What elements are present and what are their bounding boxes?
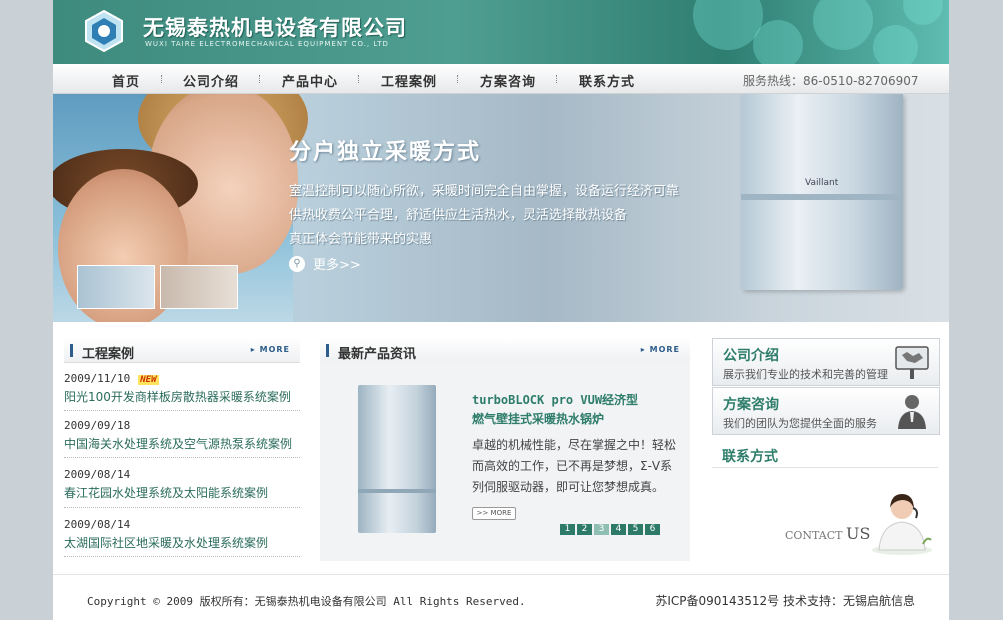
contact-title[interactable]: 联系方式	[722, 446, 778, 466]
plan-card-desc: 我们的团队为您提供全面的服务	[723, 417, 877, 430]
product-title[interactable]: turboBLOCK pro VUW经济型	[472, 391, 638, 408]
nav-separator	[457, 75, 460, 83]
page: 无锡泰热机电设备有限公司 WUXI TAIRE ELECTROMECHANICA…	[53, 0, 949, 620]
about-card-desc: 展示我们专业的技术和完善的管理	[723, 368, 888, 381]
nav-separator	[161, 75, 164, 83]
products-header: 最新产品资讯 ▸ MORE	[320, 338, 690, 363]
banner-title: 分户独立采暖方式	[289, 140, 482, 165]
contact-us-label: CONTACT US	[785, 524, 871, 543]
nav-cases[interactable]: 工程案例	[381, 71, 437, 90]
pager-page-2[interactable]: 2	[577, 524, 592, 535]
nav-home[interactable]: 首页	[112, 71, 140, 90]
case-link[interactable]: 阳光100开发商样板房散热器采暖系统案例	[64, 388, 291, 405]
banner-thumbnail-1[interactable]	[77, 265, 155, 309]
case-date: 2009/09/18	[64, 419, 131, 432]
pager-page-5[interactable]: 5	[628, 524, 643, 535]
product-subtitle[interactable]: 燃气壁挂式采暖热水锅炉	[472, 410, 604, 427]
customer-service-icon	[872, 494, 932, 555]
pager-page-1[interactable]: 1	[560, 524, 575, 535]
cases-header: 工程案例 ▸ MORE	[64, 338, 300, 363]
product-more-button[interactable]: >> MORE	[472, 507, 516, 520]
service-hotline: 服务热线：86-0510-82706907	[743, 74, 919, 88]
banner-text-line: 真正体会节能带来的实惠	[289, 232, 433, 247]
product-boiler-image[interactable]	[358, 385, 436, 533]
nav-about[interactable]: 公司介绍	[183, 71, 239, 90]
banner-more-label: 更多>>	[313, 258, 361, 273]
boiler-brand-logo: Vaillant	[805, 178, 839, 188]
brand-name[interactable]: 无锡泰热机电设备有限公司	[143, 12, 407, 42]
banner-more-link[interactable]: ⚲ 更多>>	[289, 254, 361, 273]
products-title: 最新产品资讯	[338, 347, 417, 362]
brand-name-en: WUXI TAIRE ELECTROMECHANICAL EQUIPMENT C…	[145, 40, 389, 48]
product-description: 卓越的机械性能，尽在掌握之中！轻松而高效的工作，已不再是梦想，Σ-V系列伺服驱动…	[472, 438, 677, 494]
banner-text-line: 供热收费公平合理，舒适供应生活热水，灵活选择散热设备	[289, 208, 628, 223]
case-date: 2009/08/14	[64, 518, 131, 531]
cases-title: 工程案例	[82, 347, 135, 362]
nav-contact[interactable]: 联系方式	[579, 71, 635, 90]
nav-products[interactable]: 产品中心	[282, 71, 338, 90]
case-link[interactable]: 春江花园水处理系统及太阳能系统案例	[64, 484, 268, 501]
banner-text-line: 室温控制可以随心所欲，采暖时间完全自由掌握，设备运行经济可靠	[289, 184, 680, 199]
pager-page-4[interactable]: 4	[611, 524, 626, 535]
nav-separator	[556, 75, 559, 83]
banner-thumbnail-2[interactable]	[160, 265, 238, 309]
about-card-title: 公司介绍	[723, 348, 779, 364]
site-header: 无锡泰热机电设备有限公司 WUXI TAIRE ELECTROMECHANICA…	[53, 0, 949, 64]
company-logo-icon[interactable]	[83, 10, 125, 52]
new-badge: NEW	[138, 375, 159, 385]
case-link[interactable]: 太湖国际社区地采暖及水处理系统案例	[64, 534, 268, 551]
case-date: 2009/11/10 NEW	[64, 372, 159, 385]
products-more-link[interactable]: ▸ MORE	[641, 345, 680, 354]
case-link[interactable]: 中国海关水处理系统及空气源热泵系统案例	[64, 435, 292, 452]
product-pager: 1 2 3 4 5 6	[560, 524, 660, 535]
nav-consulting[interactable]: 方案咨询	[480, 71, 536, 90]
pager-page-3[interactable]: 3	[594, 524, 609, 535]
main-nav: 首页 公司介绍 产品中心 工程案例 方案咨询 联系方式 服务热线：86-0510…	[53, 64, 949, 94]
about-card[interactable]: 公司介绍 展示我们专业的技术和完善的管理	[712, 338, 940, 386]
footer-icp: 苏ICP备090143512号 技术支持：无锡启航信息	[655, 594, 915, 608]
case-date: 2009/08/14	[64, 468, 131, 481]
product-feature: turboBLOCK pro VUW经济型 燃气壁挂式采暖热水锅炉 卓越的机械性…	[320, 361, 690, 561]
map-board-icon	[895, 346, 929, 379]
cases-more-link[interactable]: ▸ MORE	[251, 345, 290, 354]
plan-card-title: 方案咨询	[723, 397, 779, 413]
nav-separator	[259, 75, 262, 83]
plan-card[interactable]: 方案咨询 我们的团队为您提供全面的服务	[712, 387, 940, 435]
hero-banner: 分户独立采暖方式 室温控制可以随心所欲，采暖时间完全自由掌握，设备运行经济可靠 …	[53, 94, 949, 322]
boiler-product-image: Vaillant	[741, 94, 903, 290]
search-icon: ⚲	[289, 255, 305, 272]
nav-separator	[358, 75, 361, 83]
pager-page-6[interactable]: 6	[645, 524, 660, 535]
consultant-icon	[898, 395, 926, 429]
footer-copyright: Copyright © 2009 版权所有：无锡泰热机电设备有限公司 All R…	[87, 595, 526, 608]
